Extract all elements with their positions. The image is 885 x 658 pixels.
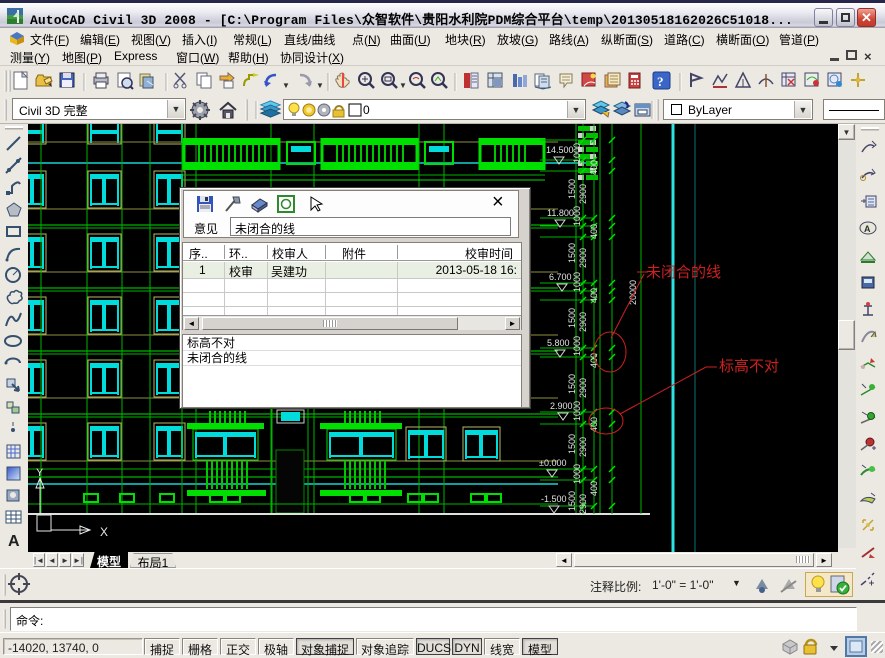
svg-text:5.800: 5.800 [547, 338, 570, 348]
svg-text:400: 400 [589, 224, 599, 239]
svg-text:-1.500: -1.500 [541, 494, 567, 504]
svg-text:A: A [864, 224, 871, 234]
svg-text:?: ? [657, 74, 664, 89]
svg-text:400: 400 [589, 160, 599, 175]
svg-text:400: 400 [589, 481, 599, 496]
svg-text:6.700: 6.700 [549, 272, 572, 282]
svg-text:1000: 1000 [572, 206, 582, 226]
svg-text:1000: 1000 [572, 143, 582, 163]
svg-text:±0.000: ±0.000 [539, 458, 566, 468]
svg-text:A: A [8, 533, 20, 550]
svg-text:X: X [100, 525, 108, 539]
svg-text:1500: 1500 [567, 179, 577, 199]
svg-text:▼: ▼ [399, 81, 407, 90]
svg-text:2900: 2900 [578, 184, 588, 204]
svg-text:▼: ▼ [282, 81, 290, 90]
svg-text:1000: 1000 [572, 464, 582, 484]
svg-text:1000: 1000 [572, 401, 582, 421]
svg-text:2900: 2900 [578, 437, 588, 457]
svg-text:1000: 1000 [572, 336, 582, 356]
svg-text:未闭合的线: 未闭合的线 [646, 264, 721, 281]
svg-text:1500: 1500 [567, 308, 577, 328]
svg-text:11.800: 11.800 [547, 208, 574, 218]
svg-text:2.900: 2.900 [550, 401, 573, 411]
svg-text:2900: 2900 [578, 494, 588, 514]
svg-text:14.500: 14.500 [546, 145, 574, 155]
svg-text:400: 400 [589, 288, 599, 303]
svg-text:2900: 2900 [578, 312, 588, 332]
svg-text:1000: 1000 [572, 272, 582, 292]
svg-text:1500: 1500 [567, 434, 577, 454]
svg-text:标高不对: 标高不对 [719, 358, 779, 375]
svg-text:1500: 1500 [567, 243, 577, 263]
svg-text:1500: 1500 [567, 491, 577, 511]
svg-text:▼: ▼ [316, 81, 324, 90]
svg-text:2900: 2900 [578, 248, 588, 268]
svg-text:2900: 2900 [578, 378, 588, 398]
svg-text:1500: 1500 [567, 374, 577, 394]
svg-text:Y: Y [36, 467, 44, 479]
